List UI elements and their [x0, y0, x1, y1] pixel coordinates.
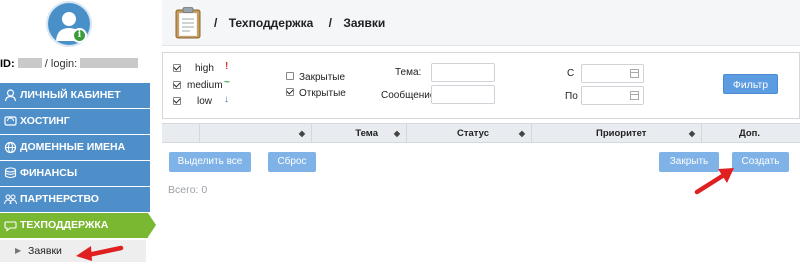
sidebar-item-label: Хостинг — [20, 115, 70, 127]
date-from-label: С — [567, 68, 575, 79]
sidebar-item-label: Техподдержка — [20, 219, 109, 231]
column-priority-label: Приоритет — [596, 128, 647, 139]
hosting-icon — [4, 116, 17, 126]
clipboard-icon — [175, 7, 201, 39]
login-value-redacted — [80, 58, 139, 68]
down-arrow-icon: ↓ — [224, 94, 229, 105]
status-closed-label: Закрытые — [299, 72, 346, 83]
id-label: ID: — [0, 58, 15, 70]
priority-low-checkbox[interactable] — [173, 97, 181, 105]
column-extra: Доп. — [702, 124, 800, 143]
sort-icon[interactable]: ◆ — [394, 124, 400, 143]
status-open-checkbox[interactable] — [286, 88, 294, 96]
login-label: / login: — [44, 58, 78, 70]
reset-button[interactable]: Сброс — [268, 152, 316, 172]
column-status[interactable]: Статус ◆ — [407, 124, 532, 143]
sidebar-subitem-tickets[interactable]: ▶ Заявки — [0, 240, 146, 262]
sidebar-item-partners[interactable]: Партнерство — [0, 187, 150, 212]
priority-high-checkbox[interactable] — [173, 64, 181, 72]
column-id[interactable]: ◆ — [200, 124, 312, 143]
page-header: / Техподдержка / Заявки — [162, 0, 800, 46]
priority-medium-checkbox[interactable] — [173, 81, 181, 89]
select-all-button[interactable]: Выделить все — [169, 152, 251, 172]
coins-icon — [4, 167, 17, 179]
sidebar-item-hosting[interactable]: Хостинг — [0, 109, 150, 134]
user-icon — [4, 89, 17, 102]
red-arrow-icon — [694, 168, 734, 195]
id-value-redacted — [17, 58, 42, 68]
sidebar-subitem-label: Заявки — [28, 245, 62, 257]
date-from-input[interactable] — [581, 64, 644, 83]
subject-input[interactable] — [431, 63, 495, 82]
exclamation-icon: ! — [225, 61, 229, 72]
breadcrumb-separator: / — [328, 16, 332, 30]
date-to-input[interactable] — [581, 86, 644, 105]
sort-icon[interactable]: ◆ — [689, 124, 695, 143]
sidebar-menu: Личный кабинет Хостинг Доменные имена — [0, 83, 156, 239]
breadcrumb-separator: / — [214, 16, 218, 30]
globe-icon — [4, 141, 17, 154]
sort-icon[interactable]: ◆ — [519, 124, 525, 143]
column-status-label: Статус — [457, 128, 490, 139]
sidebar-item-finance[interactable]: Финансы — [0, 161, 150, 186]
info-icon[interactable]: i — [72, 28, 87, 43]
sidebar-item-label: Личный кабинет — [20, 89, 121, 101]
filter-panel: high ! medium ~ low ↓ Закрытые Открытые … — [162, 52, 800, 119]
sidebar-item-support[interactable]: Техподдержка — [0, 213, 156, 238]
sidebar-item-label: Финансы — [20, 167, 78, 179]
account-id-line: ID: / login: — [0, 58, 150, 72]
priority-high-label: high — [195, 63, 214, 74]
filter-button[interactable]: Фильтр — [723, 74, 778, 94]
breadcrumb-support[interactable]: Техподдержка — [229, 16, 314, 30]
calendar-icon[interactable] — [630, 69, 639, 78]
status-open-label: Открытые — [299, 88, 346, 99]
column-subject[interactable]: Тема ◆ — [312, 124, 407, 143]
column-subject-label: Тема — [355, 128, 378, 139]
breadcrumb-tickets: Заявки — [343, 16, 386, 30]
caret-right-icon: ▶ — [15, 246, 22, 255]
column-select — [162, 124, 200, 143]
calendar-icon[interactable] — [630, 91, 639, 100]
sidebar: i ID: / login: Личный кабинет Хостинг — [0, 0, 156, 264]
column-priority[interactable]: Приоритет ◆ — [532, 124, 702, 143]
table-header: ◆ Тема ◆ Статус ◆ Приоритет ◆ Доп. — [162, 123, 800, 143]
ticket-page: i ID: / login: Личный кабинет Хостинг — [0, 0, 800, 264]
chat-bubble-icon — [4, 221, 17, 232]
status-closed-checkbox[interactable] — [286, 72, 294, 80]
sort-icon[interactable]: ◆ — [299, 124, 305, 143]
sidebar-item-label: Партнерство — [20, 193, 99, 205]
priority-low-label: low — [197, 96, 213, 107]
sidebar-item-label: Доменные имена — [20, 141, 126, 153]
tilde-icon: ~ — [224, 77, 230, 88]
breadcrumb: / Техподдержка / Заявки — [214, 16, 385, 30]
subject-label: Тема: — [395, 67, 422, 78]
sidebar-item-cabinet[interactable]: Личный кабинет — [0, 83, 150, 108]
date-to-label: По — [565, 91, 578, 102]
message-input[interactable] — [431, 85, 495, 104]
sidebar-item-domains[interactable]: Доменные имена — [0, 135, 150, 160]
create-button[interactable]: Создать — [732, 152, 789, 172]
priority-medium-label: medium — [187, 80, 223, 91]
column-extra-label: Доп. — [739, 128, 761, 139]
red-arrow-icon — [76, 245, 124, 261]
partners-icon — [4, 194, 17, 205]
message-label: Сообщение: — [381, 90, 439, 101]
total-count: Всего: 0 — [168, 184, 208, 196]
